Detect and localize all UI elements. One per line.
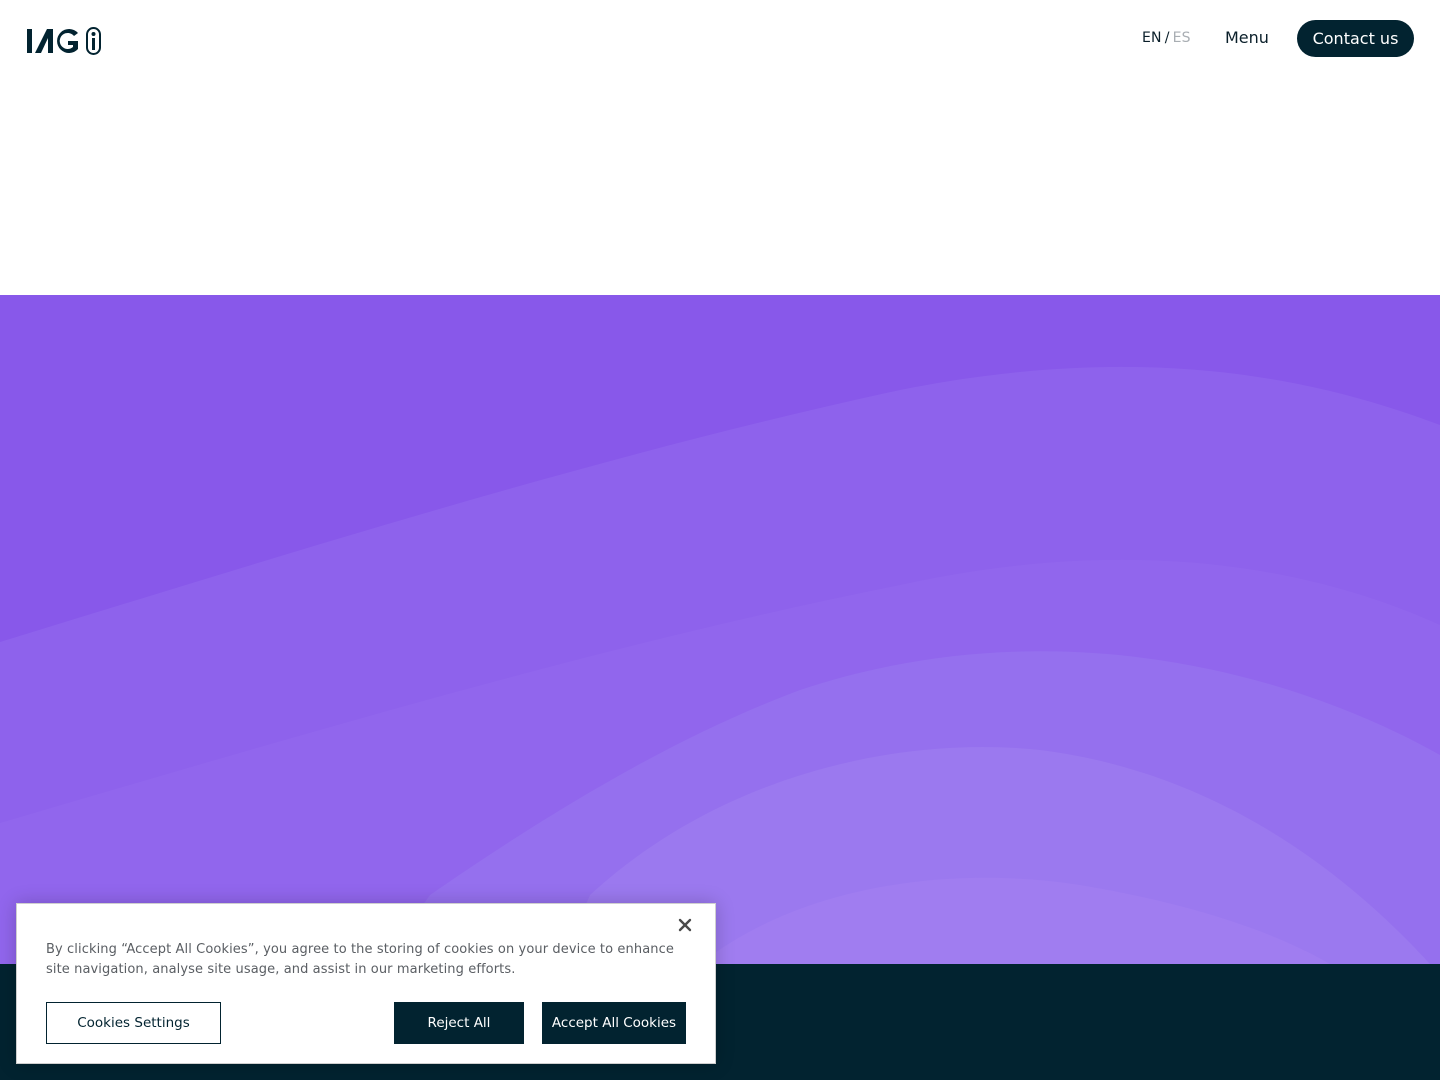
lang-separator: / <box>1164 30 1170 46</box>
accept-all-cookies-button[interactable]: Accept All Cookies <box>542 1002 686 1044</box>
site-header: EN / ES Menu Contact us <box>0 0 1440 80</box>
hero-wave-background <box>0 295 1440 964</box>
close-icon[interactable] <box>674 914 696 936</box>
contact-us-button[interactable]: Contact us <box>1297 20 1414 57</box>
cookie-consent-text: By clicking “Accept All Cookies”, you ag… <box>46 942 674 977</box>
wave-graphic <box>0 295 1440 964</box>
cookie-consent-banner: By clicking “Accept All Cookies”, you ag… <box>16 903 716 1064</box>
language-switcher: EN / ES <box>1142 30 1191 46</box>
menu-button[interactable]: Menu <box>1225 28 1269 47</box>
lang-en-link[interactable]: EN <box>1142 30 1162 46</box>
iag-logo[interactable] <box>26 26 106 56</box>
reject-all-button[interactable]: Reject All <box>394 1002 524 1044</box>
lang-es-link[interactable]: ES <box>1173 30 1191 46</box>
cookies-settings-button[interactable]: Cookies Settings <box>46 1002 221 1044</box>
